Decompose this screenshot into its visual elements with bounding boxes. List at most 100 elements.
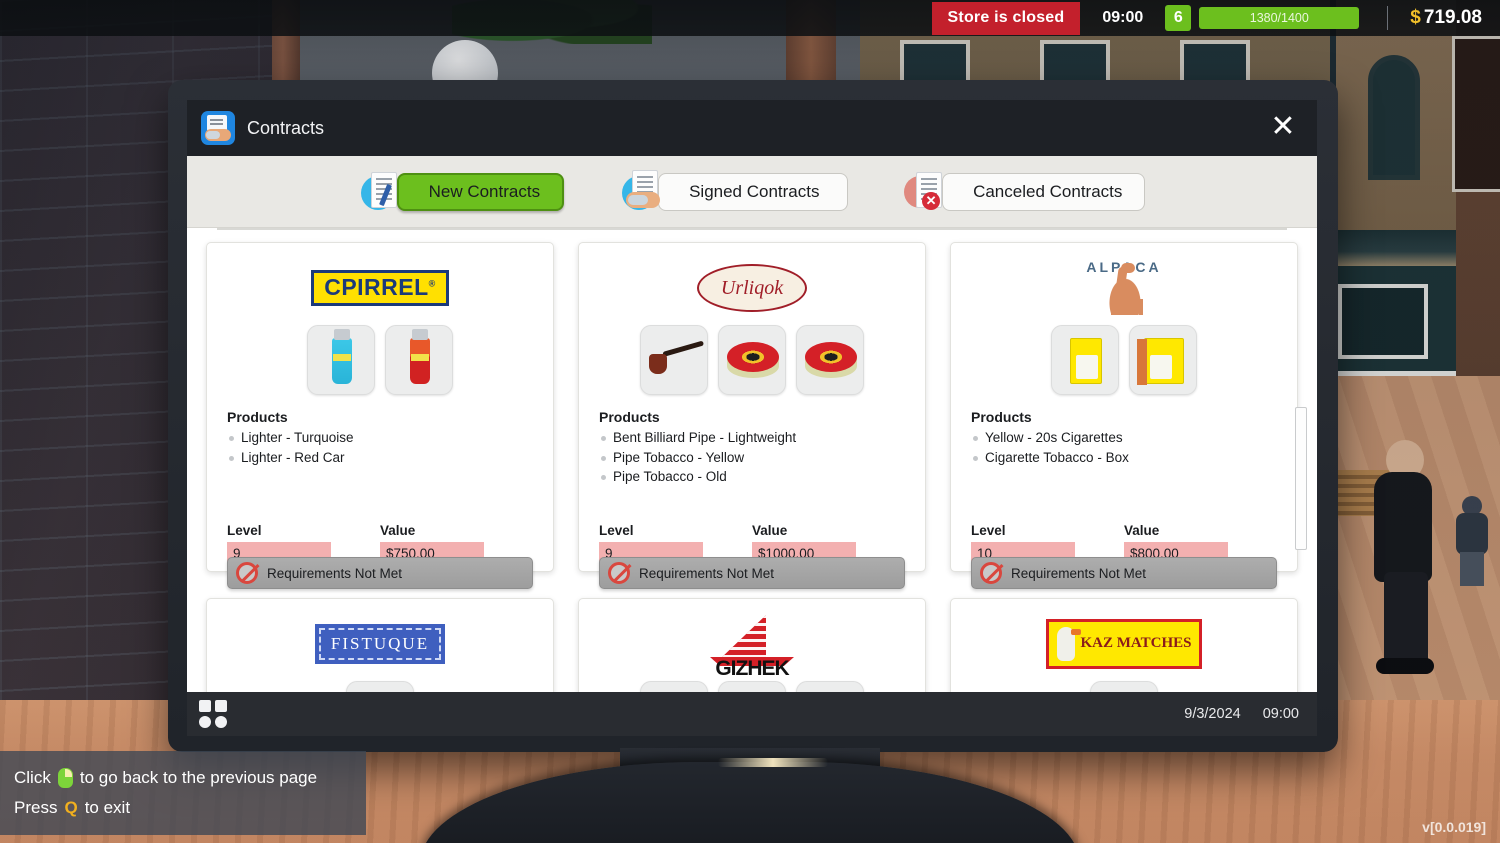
products-label: Products (599, 409, 660, 425)
status-badge-store: Store is closed (931, 1, 1081, 35)
brand-logo: CPIRREL® (227, 257, 533, 319)
background-pedestrian-far (1452, 496, 1492, 586)
alpaca-logo-icon: ALPACA (1069, 259, 1179, 317)
list-item: Cigarette Tobacco - Box (971, 448, 1277, 468)
not-allowed-icon (608, 562, 630, 584)
urliqok-logo-icon: Urliqok (697, 264, 807, 312)
cpirrel-logo-icon: CPIRREL® (311, 270, 449, 306)
scrollbar-thumb[interactable] (1295, 407, 1307, 550)
app-titlebar: Contracts ✕ (187, 100, 1317, 156)
start-grid-icon[interactable] (199, 700, 227, 728)
background-cornice (1330, 230, 1460, 266)
product-thumbnails (971, 681, 1277, 692)
tab-signed-contracts-label: Signed Contracts (658, 172, 849, 211)
tab-new-contracts-label: New Contracts (396, 172, 565, 211)
brand-name: Urliqok (720, 276, 784, 299)
product-thumbnails (599, 325, 905, 395)
tabs-bar: New Contracts Signed Contracts ✕ Cancele… (187, 156, 1317, 228)
hint-exit-label: to exit (84, 798, 131, 817)
matches-thumb-1 (640, 681, 708, 692)
level-label: Level (971, 523, 1006, 538)
contract-card[interactable]: KAZ MATCHES (950, 598, 1298, 692)
pipe-tobacco-yellow-thumb (718, 325, 786, 395)
fistuque-logo-icon: FISTUQUE (314, 624, 446, 664)
list-item: Lighter - Turquoise (227, 428, 533, 448)
monitor-screen: Contracts ✕ New Contracts Signed Contrac… (187, 100, 1317, 736)
contract-card[interactable]: Urliqok Products Bent Billiard Pipe - Li… (578, 242, 926, 589)
level-label: Level (227, 523, 262, 538)
contracts-scrollbar[interactable] (1293, 232, 1309, 688)
taskbar: 9/3/2024 09:00 (187, 692, 1317, 736)
hint-press-label: Press (14, 798, 58, 817)
hud-xp-text: 1380/1400 (1249, 11, 1309, 25)
matchbox-thumb (1090, 681, 1158, 692)
list-item: Bent Billiard Pipe - Lightweight (599, 428, 905, 448)
taskbar-time: 09:00 (1262, 706, 1299, 722)
blank-thumb (796, 681, 864, 692)
product-thumbnails (599, 681, 905, 692)
contract-card[interactable]: FISTUQUE (206, 598, 554, 692)
lighter-red-car-thumb (385, 325, 453, 395)
pipe-tobacco-old-thumb (796, 325, 864, 395)
product-thumbnails (227, 681, 533, 692)
contract-card[interactable]: ALPACA Products Yellow - 20s Cigarettes … (950, 242, 1298, 589)
contract-card[interactable]: GIZHEK (578, 598, 926, 692)
page-title: Contracts (247, 117, 325, 138)
brand-name: KAZ MATCHES (1080, 635, 1192, 652)
contract-canceled-icon: ✕ (904, 168, 952, 216)
brand-name: CPIRREL (324, 274, 429, 300)
version-label: v[0.0.019] (1422, 819, 1486, 835)
tab-new-contracts[interactable]: New Contracts (359, 171, 565, 211)
status-badge[interactable]: Requirements Not Met (971, 557, 1277, 589)
contract-card[interactable]: CPIRREL® Products Lighter - Turquoise Li… (206, 242, 554, 589)
hint-row-back: Click to go back to the previous page (14, 768, 352, 788)
hud-money: $719.08 (1410, 7, 1482, 29)
status-text: Requirements Not Met (639, 565, 775, 581)
control-hints: Click to go back to the previous page Pr… (0, 751, 366, 835)
cone-product-thumb (346, 681, 414, 692)
hud-level-badge: 6 (1165, 5, 1192, 31)
products-label: Products (227, 409, 288, 425)
status-text: Requirements Not Met (267, 565, 403, 581)
brand-logo: Urliqok (599, 257, 905, 319)
value-label: Value (380, 523, 416, 538)
contracts-list: CPIRREL® Products Lighter - Turquoise Li… (187, 228, 1317, 692)
list-item: Lighter - Red Car (227, 448, 533, 468)
contracts-grid: CPIRREL® Products Lighter - Turquoise Li… (187, 236, 1317, 692)
product-thumbnails (971, 325, 1277, 395)
brand-name: FISTUQUE (330, 634, 430, 653)
hint-click-label: Click (14, 768, 51, 787)
currency-symbol: $ (1410, 7, 1421, 28)
status-badge[interactable]: Requirements Not Met (227, 557, 533, 589)
tab-canceled-contracts[interactable]: ✕ Canceled Contracts (904, 171, 1146, 211)
list-item: Yellow - 20s Cigarettes (971, 428, 1277, 448)
bent-billiard-pipe-thumb (640, 325, 708, 395)
tab-signed-contracts[interactable]: Signed Contracts (620, 169, 849, 211)
list-item: Pipe Tobacco - Old (599, 467, 905, 487)
brand-logo: ALPACA (971, 257, 1277, 319)
hint-back-label: to go back to the previous page (79, 768, 318, 787)
tab-canceled-contracts-label: Canceled Contracts (942, 172, 1146, 211)
level-label: Level (599, 523, 634, 538)
not-allowed-icon (236, 562, 258, 584)
background-pedestrian (1370, 440, 1436, 680)
contract-handshake-icon (201, 111, 235, 145)
kaz-matches-logo-icon: KAZ MATCHES (1045, 619, 1203, 669)
handshake-icon (620, 168, 668, 216)
brand-name: GIZHEK (715, 657, 789, 680)
yellow-20s-cigarettes-thumb (1051, 325, 1119, 395)
background-arch-window (1368, 55, 1420, 180)
lighter-turquoise-thumb (307, 325, 375, 395)
brand-logo: GIZHEK (599, 613, 905, 680)
close-icon[interactable]: ✕ (1263, 108, 1303, 148)
hint-row-exit: Press Q to exit (14, 798, 352, 818)
contract-signing-icon (359, 168, 407, 216)
hud-clock: 09:00 (1102, 9, 1144, 26)
status-badge[interactable]: Requirements Not Met (599, 557, 905, 589)
brand-logo: KAZ MATCHES (971, 613, 1277, 675)
value-label: Value (1124, 523, 1160, 538)
cigarette-tobacco-box-thumb (1129, 325, 1197, 395)
brand-logo: FISTUQUE (227, 613, 533, 675)
product-thumbnails (227, 325, 533, 395)
hud-xp-bar: 1380/1400 (1199, 7, 1360, 29)
